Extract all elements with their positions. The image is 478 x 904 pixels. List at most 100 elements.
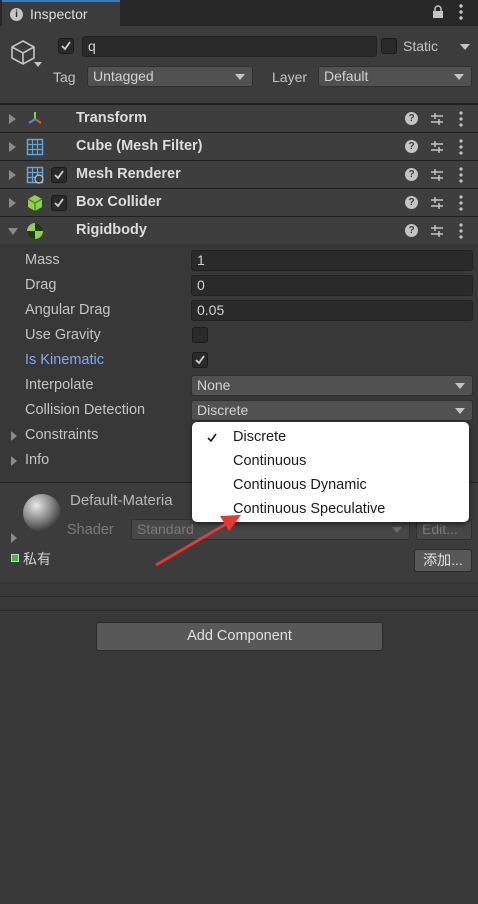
info-label[interactable]: Info xyxy=(25,452,49,468)
more-icon[interactable] xyxy=(459,167,463,183)
static-toggle[interactable] xyxy=(381,38,397,54)
more-icon[interactable] xyxy=(459,139,463,155)
help-icon[interactable]: ? xyxy=(405,224,418,237)
option-discrete[interactable]: Discrete xyxy=(233,429,286,445)
lock-icon[interactable] xyxy=(432,5,444,18)
help-icon[interactable]: ? xyxy=(405,196,418,209)
tag-label: Tag xyxy=(53,69,76,85)
info-icon: i xyxy=(10,8,23,21)
collision-detection-label: Collision Detection xyxy=(25,402,146,418)
help-icon[interactable]: ? xyxy=(405,112,418,125)
use-gravity-label: Use Gravity xyxy=(25,327,101,343)
drag-label: Drag xyxy=(25,277,57,293)
component-title: Cube (Mesh Filter) xyxy=(76,138,203,154)
box-collider-icon xyxy=(27,195,43,211)
static-label: Static xyxy=(403,38,439,54)
is-kinematic-label: Is Kinematic xyxy=(25,352,104,368)
component-title: Box Collider xyxy=(76,194,162,210)
shader-dropdown[interactable]: Standard xyxy=(131,519,410,540)
help-icon[interactable]: ? xyxy=(405,140,418,153)
collision-detection-popup: Discrete Continuous Continuous Dynamic C… xyxy=(192,422,469,522)
add-component-button[interactable]: Add Component xyxy=(96,622,383,651)
shader-label: Shader xyxy=(67,522,114,538)
more-icon[interactable] xyxy=(459,111,463,127)
active-toggle[interactable] xyxy=(58,38,74,54)
private-indicator-icon xyxy=(11,554,19,562)
foldout-arrow-icon[interactable] xyxy=(8,228,18,235)
mesh-filter-icon xyxy=(26,138,44,156)
presets-icon[interactable] xyxy=(430,112,444,126)
component-title: Rigidbody xyxy=(76,222,147,238)
rigidbody-icon xyxy=(27,223,43,239)
help-icon[interactable]: ? xyxy=(405,168,418,181)
chevron-down-icon xyxy=(392,527,402,533)
use-gravity-checkbox[interactable] xyxy=(192,327,208,343)
add-button[interactable]: 添加... xyxy=(414,549,472,572)
is-kinematic-checkbox[interactable] xyxy=(192,352,208,368)
mass-label: Mass xyxy=(25,252,60,268)
presets-icon[interactable] xyxy=(430,140,444,154)
tag-dropdown[interactable]: Untagged xyxy=(87,66,253,87)
chevron-down-icon xyxy=(235,74,245,80)
info-foldout-icon[interactable] xyxy=(11,456,17,466)
component-transform[interactable]: Transform ? xyxy=(0,104,478,132)
layer-label: Layer xyxy=(272,69,308,85)
foldout-arrow-icon[interactable] xyxy=(9,142,16,152)
collision-detection-dropdown[interactable]: Discrete xyxy=(191,400,473,421)
interpolate-value: None xyxy=(197,377,231,393)
chevron-down-icon xyxy=(454,74,464,80)
drag-input[interactable]: 0 xyxy=(191,275,473,296)
more-icon[interactable] xyxy=(459,223,463,239)
option-continuous[interactable]: Continuous xyxy=(233,453,306,469)
option-continuous-dynamic[interactable]: Continuous Dynamic xyxy=(233,477,367,493)
component-title: Transform xyxy=(76,110,147,126)
component-rigidbody[interactable]: Rigidbody ? xyxy=(0,216,478,244)
gameobject-cube-icon xyxy=(11,40,35,65)
checkmark-icon xyxy=(207,433,217,442)
tab-bar: i Inspector xyxy=(0,0,478,26)
component-title: Mesh Renderer xyxy=(76,166,181,182)
object-header: q Static Tag Untagged Layer Default xyxy=(0,26,478,104)
collision-detection-value: Discrete xyxy=(197,402,249,418)
icon-picker-arrow[interactable] xyxy=(34,62,42,67)
component-box-collider[interactable]: Box Collider ? xyxy=(0,188,478,216)
presets-icon[interactable] xyxy=(430,196,444,210)
interpolate-label: Interpolate xyxy=(25,377,94,393)
object-name-input[interactable]: q xyxy=(82,36,377,57)
angular-drag-label: Angular Drag xyxy=(25,302,111,318)
interpolate-dropdown[interactable]: None xyxy=(191,375,473,396)
layer-value: Default xyxy=(324,68,369,84)
private-label: 私有 xyxy=(23,551,51,567)
mesh-renderer-icon xyxy=(26,166,44,184)
foldout-arrow-icon[interactable] xyxy=(9,114,16,124)
box-collider-enable-checkbox[interactable] xyxy=(51,195,67,211)
component-mesh-renderer[interactable]: Mesh Renderer ? xyxy=(0,160,478,188)
divider xyxy=(0,610,478,611)
foldout-arrow-icon[interactable] xyxy=(9,198,16,208)
static-dropdown-arrow[interactable] xyxy=(460,44,470,50)
foldout-arrow-icon[interactable] xyxy=(9,170,16,180)
shader-value: Standard xyxy=(137,521,194,537)
component-mesh-filter[interactable]: Cube (Mesh Filter) ? xyxy=(0,132,478,160)
edit-button[interactable]: Edit... xyxy=(416,519,472,540)
material-name: Default-Materia xyxy=(70,492,173,509)
more-icon[interactable] xyxy=(459,195,463,211)
mesh-renderer-enable-checkbox[interactable] xyxy=(51,167,67,183)
constraints-label[interactable]: Constraints xyxy=(25,427,98,443)
presets-icon[interactable] xyxy=(430,168,444,182)
layer-dropdown[interactable]: Default xyxy=(318,66,472,87)
material-foldout-icon[interactable] xyxy=(11,533,17,543)
kebab-menu-icon[interactable] xyxy=(455,3,467,21)
material-sphere-icon xyxy=(23,494,61,532)
angular-drag-input[interactable]: 0.05 xyxy=(191,300,473,321)
constraints-foldout-icon[interactable] xyxy=(11,431,17,441)
option-continuous-speculative[interactable]: Continuous Speculative xyxy=(233,501,385,517)
tag-value: Untagged xyxy=(93,68,154,84)
mass-input[interactable]: 1 xyxy=(191,250,473,271)
tab-inspector[interactable]: i Inspector xyxy=(2,0,120,26)
tab-title: Inspector xyxy=(30,6,88,22)
chevron-down-icon xyxy=(455,408,465,414)
divider xyxy=(0,596,478,597)
transform-icon xyxy=(28,112,42,124)
presets-icon[interactable] xyxy=(430,224,444,238)
